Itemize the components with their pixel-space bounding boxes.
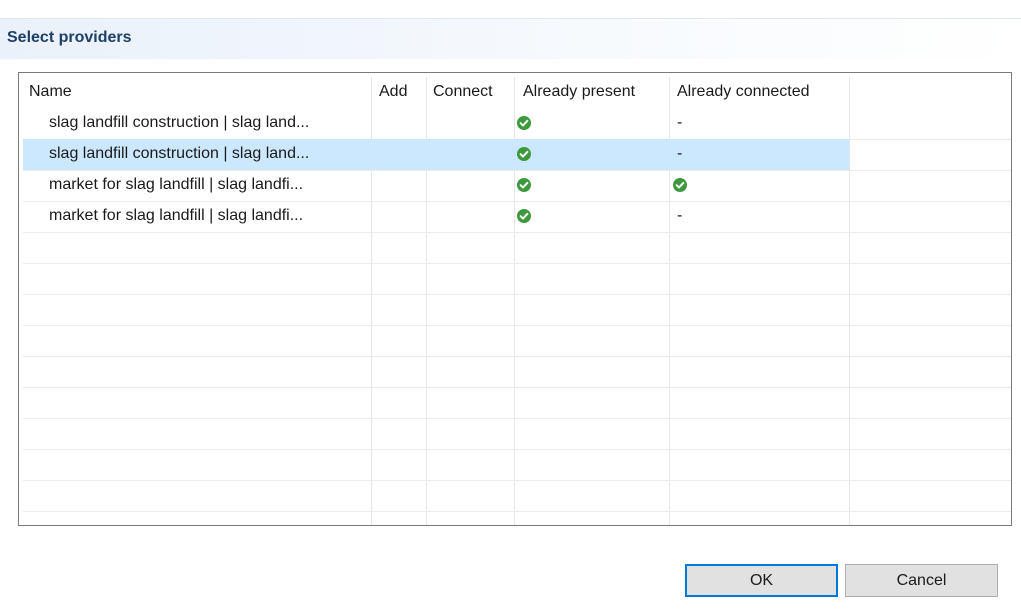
providers-table[interactable]: Name Add Connect Already present Already…	[18, 72, 1012, 526]
check-circle-icon	[517, 178, 531, 192]
row-divider	[23, 263, 1011, 264]
already-connected-value: -	[677, 114, 683, 131]
row-divider	[23, 294, 1011, 295]
row-divider	[23, 449, 1011, 450]
provider-name: market for slag landfill | slag landfi..…	[49, 176, 304, 193]
row-divider	[23, 418, 1011, 419]
row-divider	[23, 511, 1011, 512]
dialog-title: Select providers	[7, 29, 132, 46]
column-header-already-present[interactable]: Already present	[523, 83, 635, 101]
column-header-already-connected[interactable]: Already connected	[677, 83, 810, 101]
table-row[interactable]: slag landfill construction | slag land..…	[23, 108, 1009, 139]
table-row[interactable]: market for slag landfill | slag landfi..…	[23, 201, 1009, 232]
check-circle-icon	[517, 116, 531, 130]
table-row[interactable]: slag landfill construction | slag land..…	[23, 139, 1009, 170]
row-divider	[23, 387, 1011, 388]
cancel-button[interactable]: Cancel	[845, 564, 998, 597]
column-header-name[interactable]: Name	[29, 83, 72, 101]
column-header-add[interactable]: Add	[379, 83, 407, 101]
ok-button[interactable]: OK	[685, 564, 838, 597]
provider-name: market for slag landfill | slag landfi..…	[49, 207, 304, 224]
already-connected-value: -	[677, 145, 683, 162]
row-divider	[23, 325, 1011, 326]
check-circle-icon	[673, 178, 687, 192]
check-circle-icon	[517, 147, 531, 161]
row-divider	[23, 356, 1011, 357]
column-header-connect[interactable]: Connect	[433, 83, 493, 101]
row-divider	[23, 480, 1011, 481]
check-circle-icon	[517, 209, 531, 223]
dialog-header: Select providers	[0, 18, 1021, 59]
provider-name: slag landfill construction | slag land..…	[49, 114, 310, 131]
select-providers-dialog: Select providers Name Add Connect Alread…	[0, 0, 1021, 610]
table-row[interactable]: market for slag landfill | slag landfi..…	[23, 170, 1009, 201]
already-connected-value: -	[677, 207, 683, 224]
row-divider	[23, 232, 1011, 233]
provider-name: slag landfill construction | slag land..…	[49, 145, 310, 162]
